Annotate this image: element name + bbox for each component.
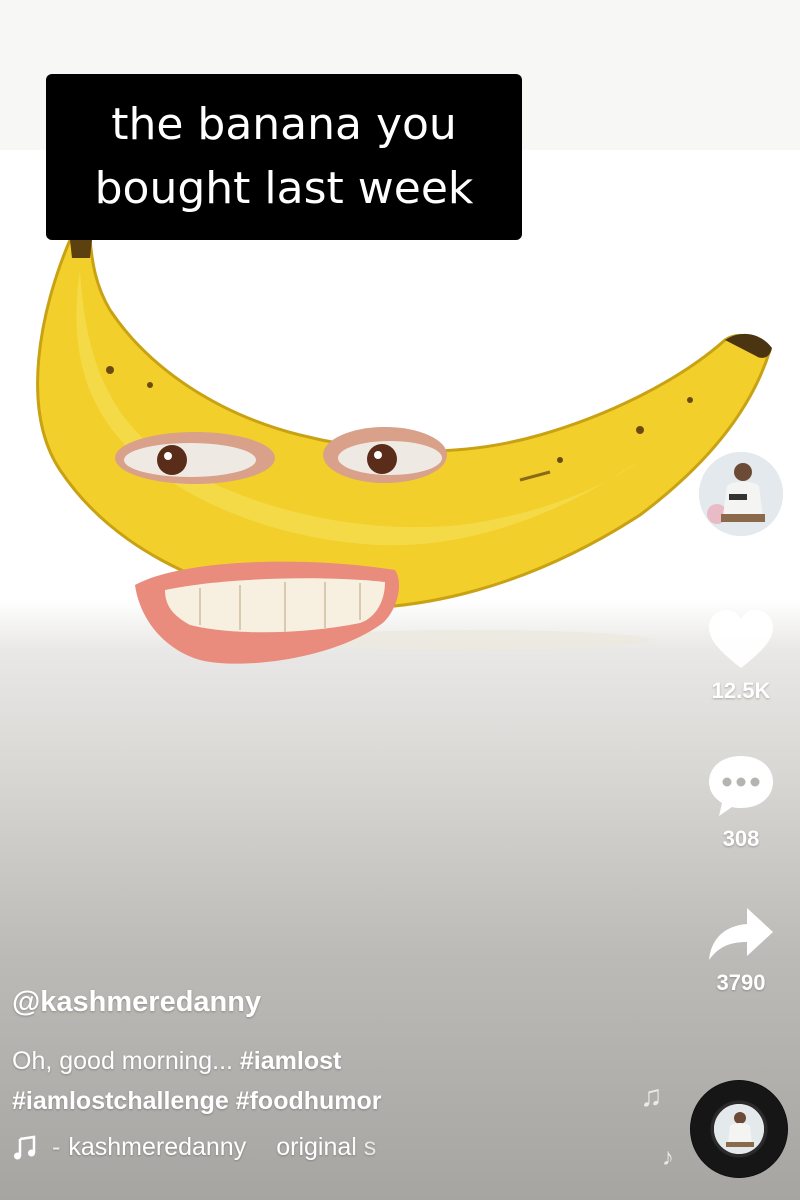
music-artist: kashmeredanny <box>68 1133 247 1161</box>
like-button[interactable]: 12.5K <box>705 608 777 704</box>
floating-music-note-icon: ♫ <box>640 1080 663 1113</box>
post-description: Oh, good morning... #iamlost #iamlostcha… <box>12 1041 652 1121</box>
creator-avatar[interactable] <box>697 450 785 538</box>
floating-music-note-icon: ♪ <box>662 1144 674 1171</box>
caption-line-1: the banana you <box>111 99 457 150</box>
share-arrow-icon <box>709 908 773 960</box>
caption-line-2: bought last week <box>94 163 474 214</box>
description-text: Oh, good morning... <box>12 1047 240 1075</box>
music-separator: - <box>52 1133 61 1161</box>
share-button[interactable]: 3790 <box>705 904 777 996</box>
comment-button[interactable]: 308 <box>705 752 777 852</box>
action-rail: 12.5K 308 3790 <box>696 450 786 996</box>
avatar-image <box>699 452 783 536</box>
music-disc[interactable] <box>690 1080 788 1178</box>
hashtag-link[interactable]: #iamlostchallenge <box>12 1087 229 1115</box>
share-count: 3790 <box>716 970 766 995</box>
hashtag-link[interactable]: #iamlost <box>240 1047 341 1075</box>
banana-face-image <box>36 238 772 664</box>
music-disc-avatar <box>714 1104 764 1154</box>
username-link[interactable]: @kashmeredanny <box>12 986 652 1019</box>
post-meta: @kashmeredanny Oh, good morning... #iaml… <box>12 986 652 1162</box>
heart-icon <box>709 610 773 668</box>
like-count: 12.5K <box>711 678 771 703</box>
video-caption: the banana you bought last week <box>46 74 522 240</box>
comment-bubble-icon <box>709 756 773 816</box>
comment-count: 308 <box>722 826 760 851</box>
music-note-icon <box>14 1135 36 1159</box>
music-title: original s <box>276 1133 377 1161</box>
hashtag-link[interactable]: #foodhumor <box>236 1087 382 1115</box>
music-info[interactable]: - kashmeredanny original s <box>12 1133 432 1162</box>
